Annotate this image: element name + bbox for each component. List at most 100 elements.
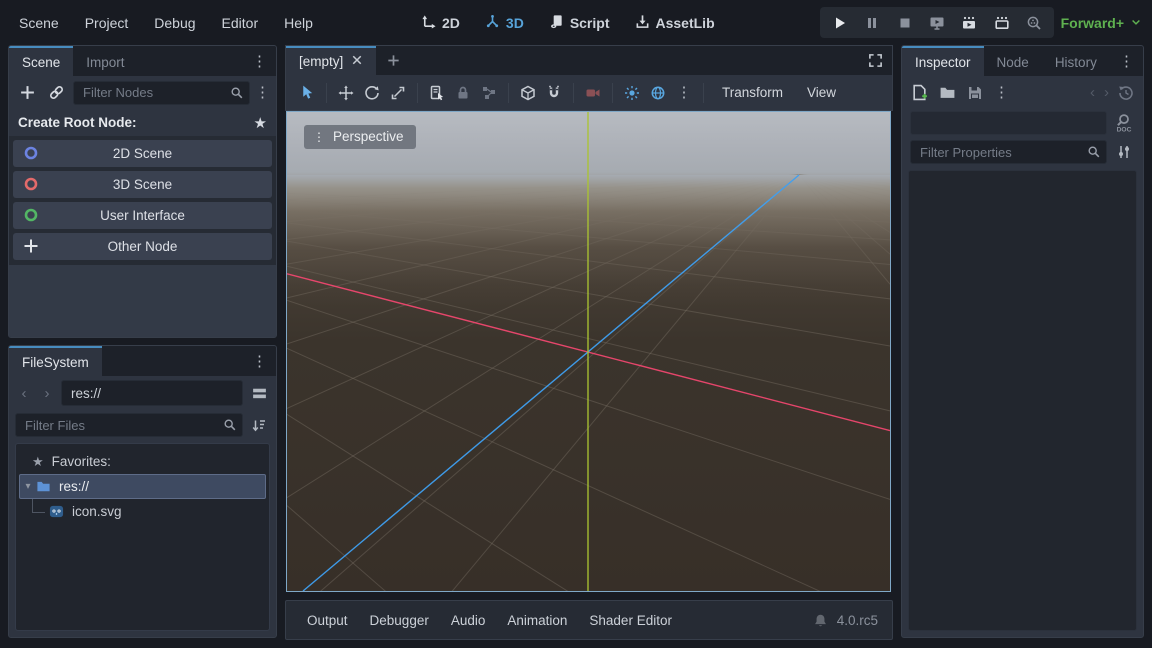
play-button[interactable] <box>832 15 848 31</box>
scene-dock-tabs: Scene Import ⋮ <box>9 46 276 76</box>
tab-scene[interactable]: Scene <box>9 46 73 76</box>
rotate-mode-button[interactable] <box>359 80 385 106</box>
tree-item-res[interactable]: ▾ res:// <box>19 474 266 499</box>
movie-writer-button[interactable] <box>961 15 977 31</box>
instance-scene-link-icon[interactable] <box>44 84 68 101</box>
scene-tab-bar: [empty] <box>285 45 893 75</box>
path-input[interactable] <box>61 380 243 406</box>
sort-files-icon[interactable] <box>248 417 270 433</box>
movie-maker-settings-icon[interactable] <box>1026 15 1042 31</box>
scene-dock-menu-icon[interactable]: ⋮ <box>243 54 276 69</box>
new-scene-tab-button[interactable] <box>376 46 410 75</box>
shader-editor-button[interactable]: Shader Editor <box>578 601 683 639</box>
group-icon[interactable] <box>476 80 502 106</box>
inspector-toolbar: ⋮ ‹ › <box>902 76 1143 109</box>
lock-icon[interactable] <box>450 80 476 106</box>
pause-button[interactable] <box>864 15 880 31</box>
audio-button[interactable]: Audio <box>440 601 497 639</box>
nav-forward-icon[interactable]: › <box>38 385 56 402</box>
property-filter-sliders-icon[interactable] <box>1113 144 1135 160</box>
display-mode-icon[interactable] <box>248 385 270 402</box>
tab-filesystem[interactable]: FileSystem <box>9 346 102 376</box>
workspace-2d-label: 2D <box>442 15 460 31</box>
nav-back-icon[interactable]: ‹ <box>15 385 33 402</box>
inspector-properties-area <box>908 170 1137 631</box>
plus-icon <box>23 238 39 259</box>
option-label: 3D Scene <box>113 177 172 192</box>
new-resource-icon[interactable] <box>911 84 928 101</box>
favorites-star-icon[interactable]: ★ <box>254 114 267 132</box>
tab-node[interactable]: Node <box>984 46 1042 76</box>
menu-help[interactable]: Help <box>271 0 326 45</box>
tree-connector <box>32 499 45 513</box>
environment-globe-icon[interactable] <box>645 80 671 106</box>
local-space-icon[interactable] <box>515 80 541 106</box>
tab-import[interactable]: Import <box>73 46 137 76</box>
filter-nodes-input[interactable] <box>73 81 250 105</box>
filesystem-menu-icon[interactable]: ⋮ <box>243 354 276 369</box>
workspace-3d-button[interactable]: 3D <box>477 14 532 32</box>
renderer-selector[interactable]: Forward+ <box>1061 0 1142 45</box>
create-user-interface-button[interactable]: User Interface <box>13 202 272 229</box>
scene-tab-empty[interactable]: [empty] <box>286 46 376 75</box>
selection-list-icon[interactable] <box>424 80 450 106</box>
tab-history[interactable]: History <box>1042 46 1110 76</box>
snap-magnet-icon[interactable] <box>541 80 567 106</box>
close-icon[interactable] <box>351 54 363 69</box>
animation-button[interactable]: Animation <box>496 601 578 639</box>
favorites-label: Favorites: <box>52 454 111 469</box>
debugger-button[interactable]: Debugger <box>359 601 440 639</box>
menu-debug[interactable]: Debug <box>141 0 208 45</box>
collapse-icon[interactable]: ▾ <box>20 481 36 492</box>
star-icon: ★ <box>32 454 44 470</box>
menu-project[interactable]: Project <box>72 0 142 45</box>
filter-files-input[interactable] <box>15 413 243 437</box>
notifications-bell-icon[interactable] <box>813 613 828 628</box>
output-button[interactable]: Output <box>296 601 359 639</box>
inspector-dock: Inspector Node History ⋮ ⋮ ‹ › DOC <box>901 45 1144 638</box>
resource-menu-icon[interactable]: ⋮ <box>994 85 1009 100</box>
history-forward-icon[interactable]: › <box>1104 84 1109 101</box>
save-icon[interactable] <box>967 85 983 101</box>
camera-preview-icon[interactable] <box>580 80 606 106</box>
remote-debug-icon[interactable] <box>929 15 945 31</box>
move-mode-button[interactable] <box>333 80 359 106</box>
tab-inspector[interactable]: Inspector <box>902 46 984 76</box>
sun-light-icon[interactable] <box>619 80 645 106</box>
object-name-row: DOC <box>902 109 1143 137</box>
workspace-script-label: Script <box>570 15 610 31</box>
transform-menu[interactable]: Transform <box>710 75 795 110</box>
workspace-script-button[interactable]: Script <box>541 14 618 32</box>
file-tree: ★ Favorites: ▾ res:// icon.svg <box>15 443 270 631</box>
scene-dock: Scene Import ⋮ ⋮ Create Root Node: ★ 2D … <box>8 45 277 338</box>
scale-mode-button[interactable] <box>385 80 411 106</box>
workspace-assetlib-button[interactable]: AssetLib <box>627 14 723 32</box>
select-mode-button[interactable] <box>294 80 320 106</box>
history-back-icon[interactable]: ‹ <box>1090 84 1095 101</box>
object-name-field[interactable] <box>910 111 1107 135</box>
create-other-node-button[interactable]: Other Node <box>13 233 272 260</box>
workspace-3d-label: 3D <box>506 15 524 31</box>
3d-viewport[interactable]: ⋮ Perspective <box>286 111 891 592</box>
filesystem-toolbar: ‹ › <box>9 376 276 410</box>
menu-editor[interactable]: Editor <box>209 0 272 45</box>
stop-button[interactable] <box>897 15 913 31</box>
load-resource-folder-icon[interactable] <box>939 84 956 101</box>
tree-item-icon-svg[interactable]: icon.svg <box>16 499 269 524</box>
inspector-menu-icon[interactable]: ⋮ <box>1110 54 1143 69</box>
node2d-icon <box>23 145 39 166</box>
filter-properties-input[interactable] <box>910 140 1107 164</box>
create-2d-scene-button[interactable]: 2D Scene <box>13 140 272 167</box>
viewport-extra-menu-icon[interactable]: ⋮ <box>671 80 697 106</box>
expand-viewport-icon[interactable] <box>858 46 892 76</box>
movie-frame-button[interactable] <box>994 15 1010 31</box>
menu-scene[interactable]: Scene <box>6 0 72 45</box>
open-docs-search-icon[interactable]: DOC <box>1113 113 1135 133</box>
scene-toolbar-menu-icon[interactable]: ⋮ <box>255 85 270 100</box>
create-3d-scene-button[interactable]: 3D Scene <box>13 171 272 198</box>
workspace-2d-button[interactable]: 2D <box>413 14 468 32</box>
perspective-menu-button[interactable]: ⋮ Perspective <box>304 125 416 149</box>
object-history-icon[interactable] <box>1118 85 1134 101</box>
view-menu[interactable]: View <box>795 75 848 110</box>
add-node-button[interactable] <box>15 84 39 101</box>
